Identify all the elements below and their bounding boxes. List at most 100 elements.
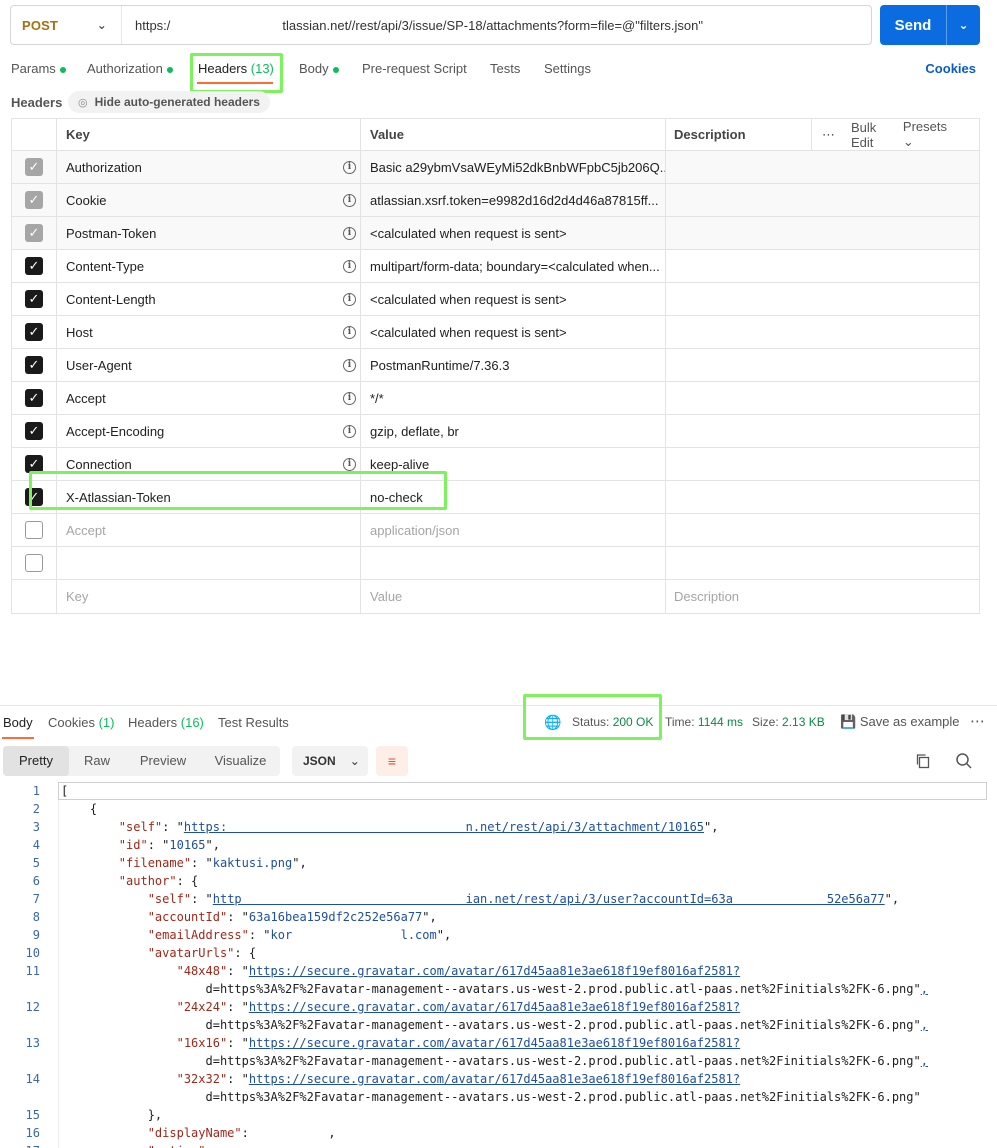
header-enable-checkbox[interactable]: ✓	[25, 290, 43, 308]
header-value-cell[interactable]: gzip, deflate, br	[361, 415, 666, 447]
header-key-cell[interactable]: Cookie i	[57, 184, 361, 216]
header-enable-checkbox[interactable]: ✓	[25, 356, 43, 374]
tab-body[interactable]: Body	[299, 61, 339, 76]
method-select[interactable]: POST ⌄	[11, 6, 122, 44]
resp-tab-test-results[interactable]: Test Results	[218, 715, 289, 730]
size-display[interactable]: Size: 2.13 KB	[752, 715, 825, 729]
tab-tests[interactable]: Tests	[490, 61, 520, 76]
header-key-cell[interactable]: User-Agent i	[57, 349, 361, 381]
url-input[interactable]: https:/ tlassian.net//rest/api/3/issue/SP…	[122, 18, 703, 33]
info-icon[interactable]: i	[343, 160, 356, 174]
hide-auto-generated-button[interactable]: ◎ Hide auto-generated headers	[68, 91, 270, 113]
header-value-cell[interactable]: PostmanRuntime/7.36.3	[361, 349, 666, 381]
header-description-cell[interactable]	[666, 283, 979, 315]
time-display[interactable]: Time: 1144 ms	[665, 715, 743, 729]
tab-authorization[interactable]: Authorization	[87, 61, 173, 76]
header-value-cell[interactable]: application/json	[361, 514, 666, 546]
header-value-cell[interactable]: keep-alive	[361, 448, 666, 480]
header-value-cell[interactable]: */*	[361, 382, 666, 414]
header-description-cell[interactable]	[666, 250, 979, 282]
header-enable-checkbox[interactable]: ✓	[25, 158, 43, 176]
save-as-example-button[interactable]: 💾 Save as example	[840, 714, 960, 730]
header-description-cell[interactable]	[666, 217, 979, 249]
info-icon[interactable]: i	[343, 226, 356, 240]
resp-tab-body[interactable]: Body	[3, 715, 33, 730]
tab-prerequest-script[interactable]: Pre-request Script	[362, 61, 467, 76]
send-options-chevron-icon[interactable]: ⌄	[947, 18, 980, 32]
info-icon[interactable]: i	[343, 391, 356, 405]
header-key-cell[interactable]: Connection i	[57, 448, 361, 480]
header-key-cell[interactable]: Key	[57, 580, 361, 613]
header-description-cell[interactable]	[666, 382, 979, 414]
network-globe-icon[interactable]: 🌐	[544, 714, 561, 731]
header-value-cell[interactable]: multipart/form-data; boundary=<calculate…	[361, 250, 666, 282]
header-value-cell[interactable]: <calculated when request is sent>	[361, 316, 666, 348]
cookies-link[interactable]: Cookies	[925, 61, 976, 76]
header-enable-checkbox[interactable]: ✓	[25, 224, 43, 242]
tab-settings[interactable]: Settings	[544, 61, 591, 76]
header-value-cell[interactable]: <calculated when request is sent>	[361, 217, 666, 249]
header-enable-checkbox[interactable]: ✓	[25, 257, 43, 275]
presets-dropdown[interactable]: Presets ⌄	[903, 119, 963, 150]
search-icon[interactable]	[955, 752, 973, 770]
wrap-lines-icon[interactable]: ≡	[376, 746, 408, 776]
copy-icon[interactable]	[915, 753, 931, 769]
header-key-cell[interactable]: Postman-Token i	[57, 217, 361, 249]
info-icon[interactable]: i	[343, 292, 356, 306]
resp-tab-cookies[interactable]: Cookies (1)	[48, 715, 114, 730]
info-icon[interactable]: i	[343, 358, 356, 372]
bulk-edit-button[interactable]: Bulk Edit	[851, 120, 887, 150]
info-icon[interactable]: i	[343, 325, 356, 339]
response-body-code[interactable]: 1[2 {3 "self": "https: n.net/rest/api/3/…	[0, 782, 997, 1148]
header-description-cell[interactable]	[666, 316, 979, 348]
header-key-cell[interactable]: Accept i	[57, 382, 361, 414]
header-description-cell[interactable]	[666, 184, 979, 216]
view-raw[interactable]: Raw	[69, 746, 125, 776]
info-icon[interactable]: i	[343, 193, 356, 207]
more-options-icon[interactable]: ⋯	[970, 712, 985, 730]
header-value-cell[interactable]: atlassian.xsrf.token=e9982d16d2d4d46a878…	[361, 184, 666, 216]
header-key-cell[interactable]: X-Atlassian-Token	[57, 481, 361, 513]
view-pretty[interactable]: Pretty	[3, 746, 69, 776]
header-value-cell[interactable]: no-check	[361, 481, 666, 513]
header-value-cell[interactable]: Value	[361, 580, 666, 613]
header-key-cell[interactable]	[57, 547, 361, 579]
header-enable-checkbox[interactable]: ✓	[25, 191, 43, 209]
header-key-cell[interactable]: Content-Type i	[57, 250, 361, 282]
header-key-cell[interactable]: Accept	[57, 514, 361, 546]
header-description-cell[interactable]	[666, 514, 979, 546]
view-visualize[interactable]: Visualize	[201, 746, 280, 776]
header-key-cell[interactable]: Accept-Encoding i	[57, 415, 361, 447]
header-description-cell[interactable]	[666, 349, 979, 381]
tab-headers[interactable]: Headers (13)	[198, 61, 274, 76]
header-enable-checkbox[interactable]: ✓	[25, 488, 43, 506]
header-key-cell[interactable]: Content-Length i	[57, 283, 361, 315]
info-icon[interactable]: i	[343, 424, 356, 438]
header-enable-checkbox[interactable]	[25, 554, 43, 572]
header-description-cell[interactable]	[666, 481, 979, 513]
header-enable-checkbox[interactable]: ✓	[25, 323, 43, 341]
header-key-cell[interactable]: Host i	[57, 316, 361, 348]
resp-tab-headers[interactable]: Headers (16)	[128, 715, 204, 730]
header-description-cell[interactable]: Description	[666, 580, 979, 613]
header-key-cell[interactable]: Authorization i	[57, 151, 361, 183]
more-options-icon[interactable]: ⋯	[822, 127, 835, 143]
header-value-cell[interactable]: <calculated when request is sent>	[361, 283, 666, 315]
info-icon[interactable]: i	[343, 259, 356, 273]
header-description-cell[interactable]	[666, 151, 979, 183]
header-enable-checkbox[interactable]: ✓	[25, 389, 43, 407]
header-description-cell[interactable]	[666, 448, 979, 480]
info-icon[interactable]: i	[343, 457, 356, 471]
view-preview[interactable]: Preview	[125, 746, 201, 776]
header-description-cell[interactable]	[666, 415, 979, 447]
status-display[interactable]: Status: 200 OK	[572, 715, 653, 729]
header-description-cell[interactable]	[666, 547, 979, 579]
header-value-cell[interactable]: Basic a29ybmVsaWEyMi52dkBnbWFpbC5jb206Q.…	[361, 151, 666, 183]
send-button[interactable]: Send ⌄	[880, 5, 980, 45]
header-value-cell[interactable]	[361, 547, 666, 579]
header-enable-checkbox[interactable]: ✓	[25, 455, 43, 473]
header-enable-checkbox[interactable]	[25, 521, 43, 539]
header-enable-checkbox[interactable]: ✓	[25, 422, 43, 440]
format-select[interactable]: JSON ⌄	[292, 746, 368, 776]
tab-params[interactable]: Params	[11, 61, 66, 76]
